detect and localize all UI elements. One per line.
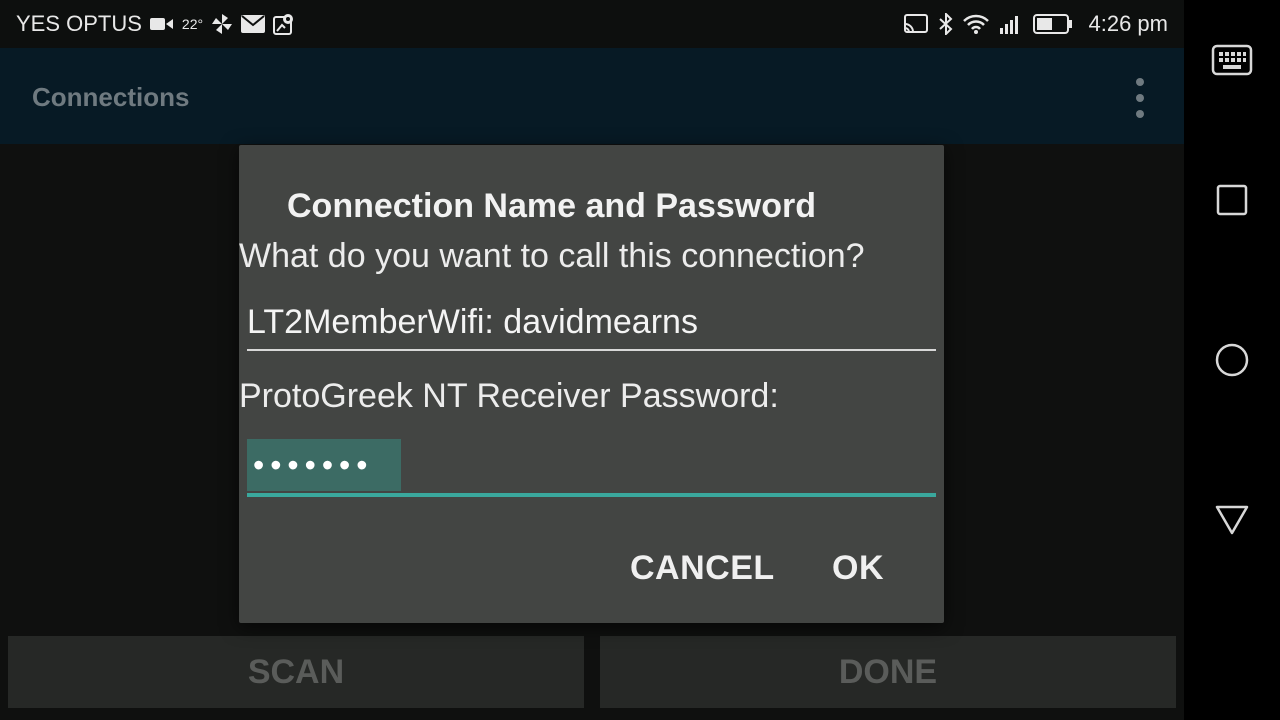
video-icon xyxy=(149,16,174,32)
back-icon[interactable] xyxy=(1184,504,1280,536)
name-prompt: What do you want to call this connection… xyxy=(239,237,865,275)
done-button[interactable]: DONE xyxy=(600,636,1176,708)
password-value: ••••••• xyxy=(247,439,401,491)
recents-icon[interactable] xyxy=(1184,184,1280,216)
ok-button[interactable]: OK xyxy=(832,549,884,588)
pinwheel-icon xyxy=(211,13,233,35)
temperature: 22° xyxy=(181,16,204,32)
connection-name-value: LT2MemberWifi: davidmearns xyxy=(247,303,698,341)
signal-icon xyxy=(999,14,1023,34)
carrier-name: YES OPTUS xyxy=(16,11,142,36)
clock: 4:26 pm xyxy=(1088,11,1169,36)
wifi-icon xyxy=(962,14,989,34)
app-bar: Connections xyxy=(0,48,1184,144)
bluetooth-icon xyxy=(938,13,953,35)
password-input[interactable]: ••••••• xyxy=(247,439,936,497)
home-icon[interactable] xyxy=(1184,342,1280,378)
battery-icon xyxy=(1032,13,1073,35)
page-title: Connections xyxy=(32,82,190,112)
connection-name-input[interactable]: LT2MemberWifi: davidmearns xyxy=(247,303,936,351)
connection-dialog: Connection Name and Password What do you… xyxy=(239,145,944,623)
overflow-menu-icon[interactable] xyxy=(1126,78,1154,118)
map-icon xyxy=(273,13,295,35)
dialog-title: Connection Name and Password xyxy=(287,187,816,225)
keyboard-icon[interactable] xyxy=(1184,44,1280,76)
cancel-button[interactable]: CANCEL xyxy=(630,549,775,588)
navigation-bar xyxy=(1184,0,1280,720)
cast-icon xyxy=(903,14,929,34)
scan-button[interactable]: SCAN xyxy=(8,636,584,708)
status-bar: YES OPTUS 22° 4:26 pm xyxy=(0,0,1184,48)
mail-icon xyxy=(241,15,266,33)
password-label: ProtoGreek NT Receiver Password: xyxy=(239,377,779,415)
